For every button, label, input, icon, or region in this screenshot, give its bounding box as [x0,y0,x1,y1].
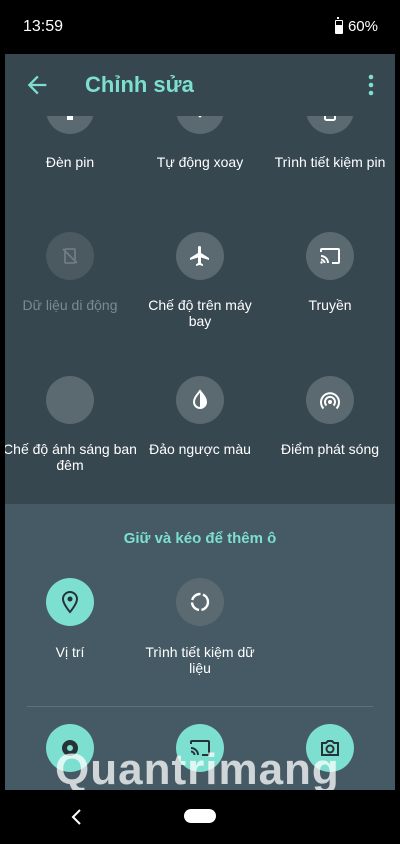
tile-airplane-mode[interactable]: Chế độ trên máy bay [135,232,265,329]
tile-label: Chế độ trên máy bay [148,297,252,329]
tile-label: Truyền [308,297,352,313]
tile-data-saver[interactable]: Trình tiết kiệm dữ liệu [135,578,265,678]
data-saver-icon [176,578,224,626]
page-title: Chỉnh sửa [85,72,194,97]
tile-cast[interactable]: Truyền [265,232,395,313]
auto-rotate-icon [176,116,224,134]
tile-battery-saver[interactable]: Trình tiết kiệm pin [265,116,395,170]
invert-colors-icon [176,376,224,424]
nav-home-button[interactable] [184,809,216,823]
tile-label: Đảo ngược màu [149,441,251,457]
add-section-title: Giữ và kéo để thêm ô [123,530,277,547]
tile-label: Đèn pin [45,154,95,170]
divider [27,706,373,707]
navigation-bar [0,790,400,844]
tile-label: Dữ liệu di động [22,297,118,313]
airplane-icon [176,232,224,280]
nav-back-icon[interactable] [70,808,84,826]
flashlight-icon [46,116,94,134]
cast-icon [306,232,354,280]
night-light-icon [46,376,94,424]
hotspot-icon [306,376,354,424]
back-arrow-icon[interactable] [23,71,51,99]
tile-auto-rotate[interactable]: Tự động xoay [135,116,265,170]
watermark-logo: Quantrimang [55,745,340,794]
tile-invert-colors[interactable]: Đảo ngược màu [135,376,265,476]
tile-location[interactable]: Vị trí [5,578,135,678]
tile-label: Điểm phát sóng [280,441,380,457]
tile-flashlight[interactable]: Đèn pin [5,116,135,170]
status-bar: 13:59 60% [0,0,400,54]
tile-mobile-data[interactable]: Dữ liệu di động [5,232,135,313]
tile-label: Tự động xoay [156,154,244,170]
status-time: 13:59 [23,18,64,35]
more-options-icon[interactable] [361,72,381,98]
status-right: 60% [334,16,378,35]
tile-label: Trình tiết kiệm pin [274,154,386,170]
tile-label: Trình tiết kiệm dữ liệu [145,644,255,676]
battery-icon [334,16,343,34]
app-bar: Chỉnh sửa [5,54,395,116]
tile-night-light[interactable]: Chế độ ánh sáng ban đêm [5,376,137,476]
location-icon [46,578,94,626]
tile-label: Vị trí [55,644,85,660]
battery-saver-icon [306,116,354,134]
tile-hotspot[interactable]: Điểm phát sóng [265,376,395,476]
mobile-data-off-icon [46,232,94,280]
battery-percent: 60% [347,18,378,35]
tile-label: Chế độ ánh sáng ban đêm [5,441,137,473]
active-tiles-panel: Đèn pin Tự động xoay Trình tiết kiệm pin… [5,116,395,504]
